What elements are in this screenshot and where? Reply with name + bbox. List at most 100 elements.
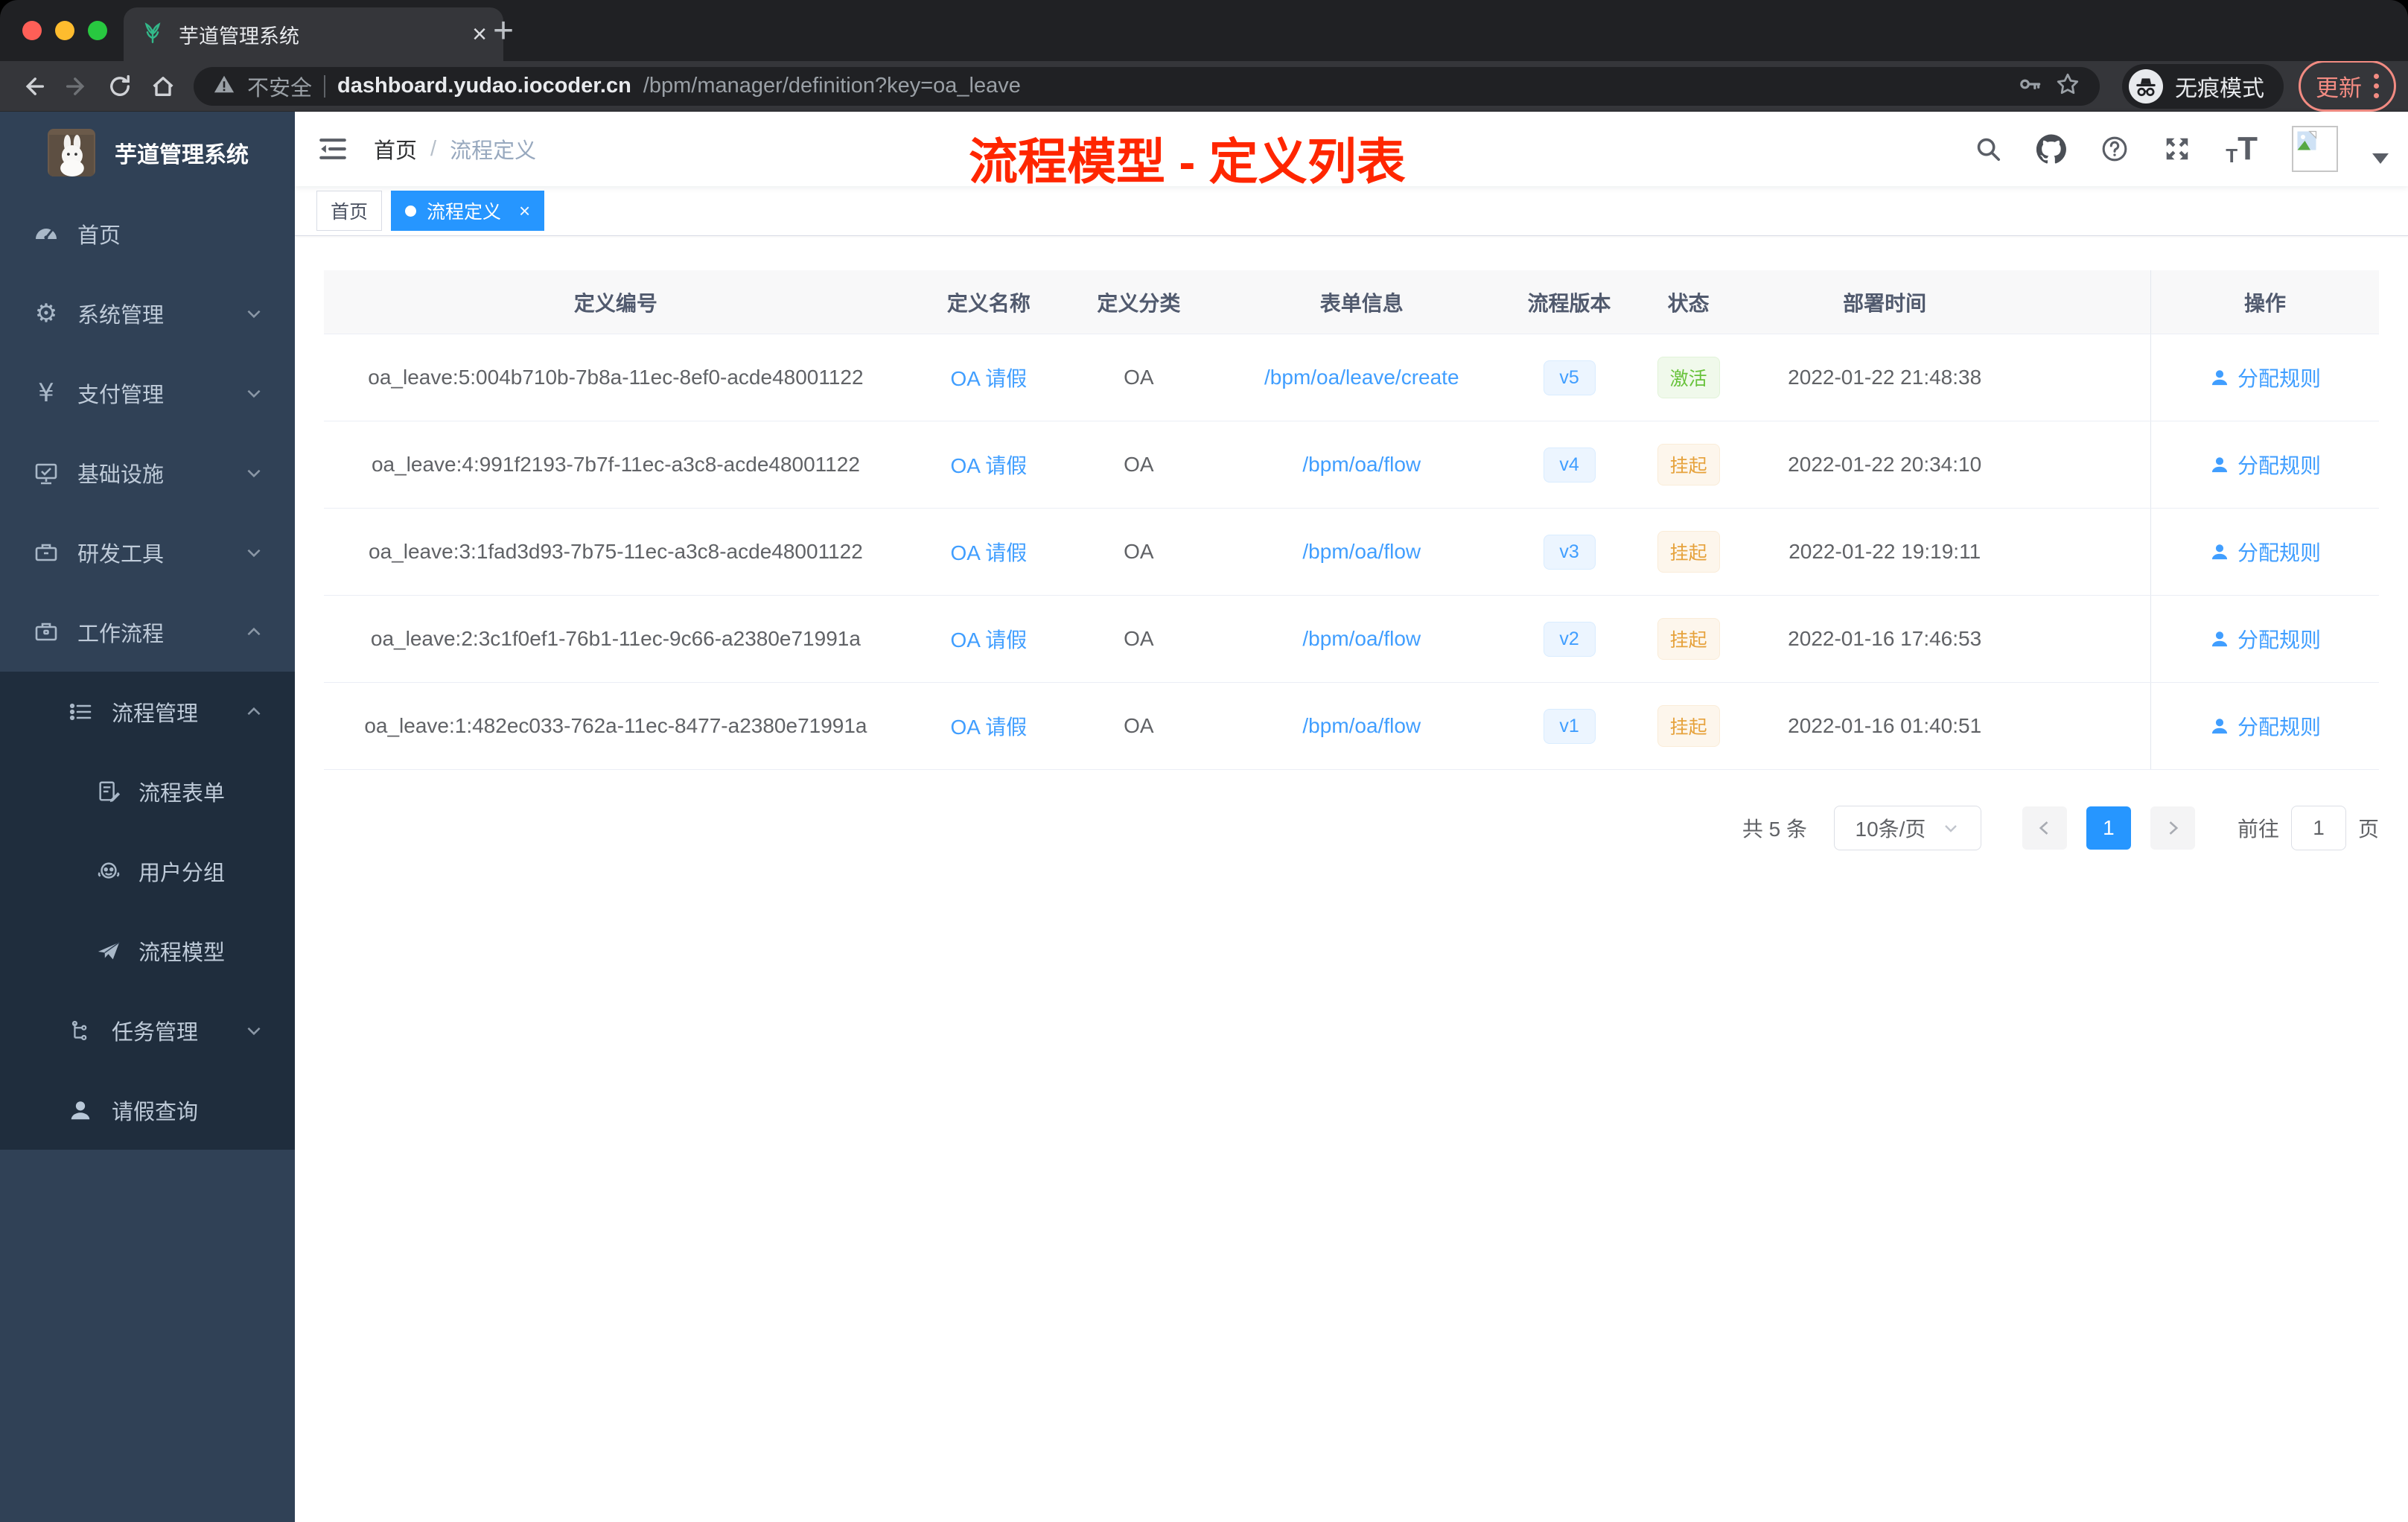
sidebar-item-process-model[interactable]: 流程模型 (0, 911, 295, 990)
chevron-down-icon (244, 1021, 264, 1040)
briefcase-icon (28, 619, 64, 646)
hamburger-icon[interactable] (317, 133, 348, 165)
sidebar-item-process-management[interactable]: 流程管理 (0, 672, 295, 751)
sidebar-item-workflow[interactable]: 工作流程 (0, 592, 295, 672)
definition-name-link[interactable]: OA 请假 (951, 541, 1028, 564)
form-link[interactable]: /bpm/oa/flow (1302, 540, 1421, 563)
paper-plane-icon (91, 938, 127, 964)
tag-home[interactable]: 首页 (316, 191, 383, 231)
goto-label: 前往 (2237, 818, 2279, 841)
font-size-icon[interactable]: TT (2226, 133, 2258, 166)
pagination: 共 5 条 10条/页 1 前往 1 页 (324, 806, 2379, 850)
url-path: /bpm/manager/definition?key=oa_leave (643, 74, 1021, 98)
fullscreen-icon[interactable] (2163, 135, 2191, 163)
page-size-select[interactable]: 10条/页 (1833, 806, 1981, 850)
active-dot (405, 205, 417, 217)
home-icon[interactable] (141, 73, 185, 100)
page-1-button[interactable]: 1 (2086, 806, 2131, 850)
cell-deploy-time: 2022-01-16 01:40:51 (1754, 682, 2016, 770)
status-badge: 挂起 (1657, 705, 1720, 747)
annotation-title: 流程模型 - 定义列表 (969, 134, 1406, 189)
col-definition-id: 定义编号 (324, 270, 908, 334)
sidebar-item-payment[interactable]: ¥ 支付管理 (0, 353, 295, 433)
address-bar[interactable]: 不安全 dashboard.yudao.iocoder.cn /bpm/mana… (194, 66, 2100, 106)
cell-id: oa_leave:5:004b710b-7b8a-11ec-8ef0-acde4… (324, 334, 908, 421)
help-icon[interactable] (2100, 135, 2129, 163)
dashboard-icon (28, 220, 64, 247)
incognito-badge: 无痕模式 (2122, 63, 2284, 109)
assign-rule-link[interactable]: 分配规则 (2209, 537, 2321, 567)
github-icon[interactable] (2036, 134, 2067, 164)
col-definition-category: 定义分类 (1069, 270, 1208, 334)
definition-name-link[interactable]: OA 请假 (951, 367, 1028, 390)
forward-icon[interactable] (55, 73, 98, 100)
back-icon[interactable] (12, 73, 55, 100)
definition-name-link[interactable]: OA 请假 (951, 716, 1028, 739)
sidebar-item-leave-query[interactable]: 请假查询 (0, 1070, 295, 1150)
goto-page-input[interactable]: 1 (2290, 806, 2346, 850)
assign-rule-link[interactable]: 分配规则 (2209, 711, 2321, 741)
chevron-down-icon (244, 304, 264, 323)
sidebar: 芋道管理系统 首页 ⚙ 系统管理 ¥ 支付管理 基础设施 研发工具 工作流程 流… (0, 112, 295, 1522)
browser-update-menu-button[interactable]: 更新 (2299, 60, 2396, 112)
cell-id: oa_leave:4:991f2193-7b7f-11ec-a3c8-acde4… (324, 421, 908, 509)
sidebar-item-process-form[interactable]: 流程表单 (0, 751, 295, 831)
password-key-icon[interactable] (2018, 71, 2043, 101)
avatar-caret-icon[interactable] (2372, 153, 2389, 164)
sidebar-item-home[interactable]: 首页 (0, 194, 295, 273)
avatar[interactable] (2292, 126, 2338, 172)
form-link[interactable]: /bpm/oa/flow (1302, 627, 1421, 650)
assign-rule-link[interactable]: 分配规则 (2209, 624, 2321, 654)
sidebar-item-system[interactable]: ⚙ 系统管理 (0, 273, 295, 353)
breadcrumb: 首页 / 流程定义 (374, 133, 536, 165)
version-badge: v5 (1543, 360, 1596, 395)
tag-close-icon[interactable]: × (519, 200, 530, 223)
tag-process-definition[interactable]: 流程定义 × (391, 191, 545, 231)
sidebar-item-user-group[interactable]: 用户分组 (0, 831, 295, 911)
next-page-button[interactable] (2150, 806, 2195, 850)
assign-rule-link[interactable]: 分配规则 (2209, 363, 2321, 392)
app-navbar: 首页 / 流程定义 流程模型 - 定义列表 T T (295, 112, 2408, 189)
assign-rule-link[interactable]: 分配规则 (2209, 450, 2321, 480)
security-label[interactable]: 不安全 (247, 71, 312, 102)
browser-tab[interactable]: 芋道管理系统 × (124, 7, 503, 61)
cell-deploy-time: 2022-01-22 21:48:38 (1754, 334, 2016, 421)
cell-category: OA (1069, 508, 1208, 596)
table-row: oa_leave:4:991f2193-7b7f-11ec-a3c8-acde4… (324, 421, 2379, 509)
browser-toolbar: 不安全 dashboard.yudao.iocoder.cn /bpm/mana… (0, 60, 2408, 112)
version-badge: v3 (1543, 534, 1596, 570)
form-link[interactable]: /bpm/oa/flow (1302, 714, 1421, 737)
new-tab-button[interactable]: + (493, 10, 514, 51)
col-process-version: 流程版本 (1515, 270, 1623, 334)
cell-deploy-time: 2022-01-16 17:46:53 (1754, 595, 2016, 683)
prev-page-button[interactable] (2022, 806, 2067, 850)
sidebar-item-dev-tools[interactable]: 研发工具 (0, 512, 295, 592)
tab-strip: 芋道管理系统 × + (0, 0, 2408, 61)
definition-name-link[interactable]: OA 请假 (951, 628, 1028, 652)
version-badge: v2 (1543, 621, 1596, 657)
table-row: oa_leave:3:1fad3d93-7b75-11ec-a3c8-acde4… (324, 508, 2379, 596)
sidebar-item-task-management[interactable]: 任务管理 (0, 990, 295, 1070)
favicon-plant-icon (140, 20, 165, 49)
traffic-lights (22, 21, 107, 40)
version-badge: v4 (1543, 447, 1596, 483)
bookmark-star-icon[interactable] (2055, 71, 2080, 101)
col-deploy-time: 部署时间 (1754, 270, 2016, 334)
minimize-window-button[interactable] (55, 21, 74, 40)
table-row: oa_leave:2:3c1f0ef1-76b1-11ec-9c66-a2380… (324, 595, 2379, 683)
form-link[interactable]: /bpm/oa/leave/create (1264, 366, 1459, 389)
breadcrumb-home[interactable]: 首页 (374, 133, 417, 165)
close-window-button[interactable] (22, 21, 42, 40)
url-host: dashboard.yudao.iocoder.cn (337, 74, 631, 98)
zoom-window-button[interactable] (88, 21, 107, 40)
cell-category: OA (1069, 421, 1208, 509)
col-form-info: 表单信息 (1207, 270, 1516, 334)
reload-icon[interactable] (98, 73, 141, 100)
col-status: 状态 (1622, 270, 1754, 334)
col-definition-name: 定义名称 (907, 270, 1070, 334)
sidebar-item-infrastructure[interactable]: 基础设施 (0, 433, 295, 512)
form-link[interactable]: /bpm/oa/flow (1302, 453, 1421, 476)
search-icon[interactable] (1974, 135, 2002, 163)
tab-close-icon[interactable]: × (472, 22, 487, 47)
definition-name-link[interactable]: OA 请假 (951, 454, 1028, 477)
